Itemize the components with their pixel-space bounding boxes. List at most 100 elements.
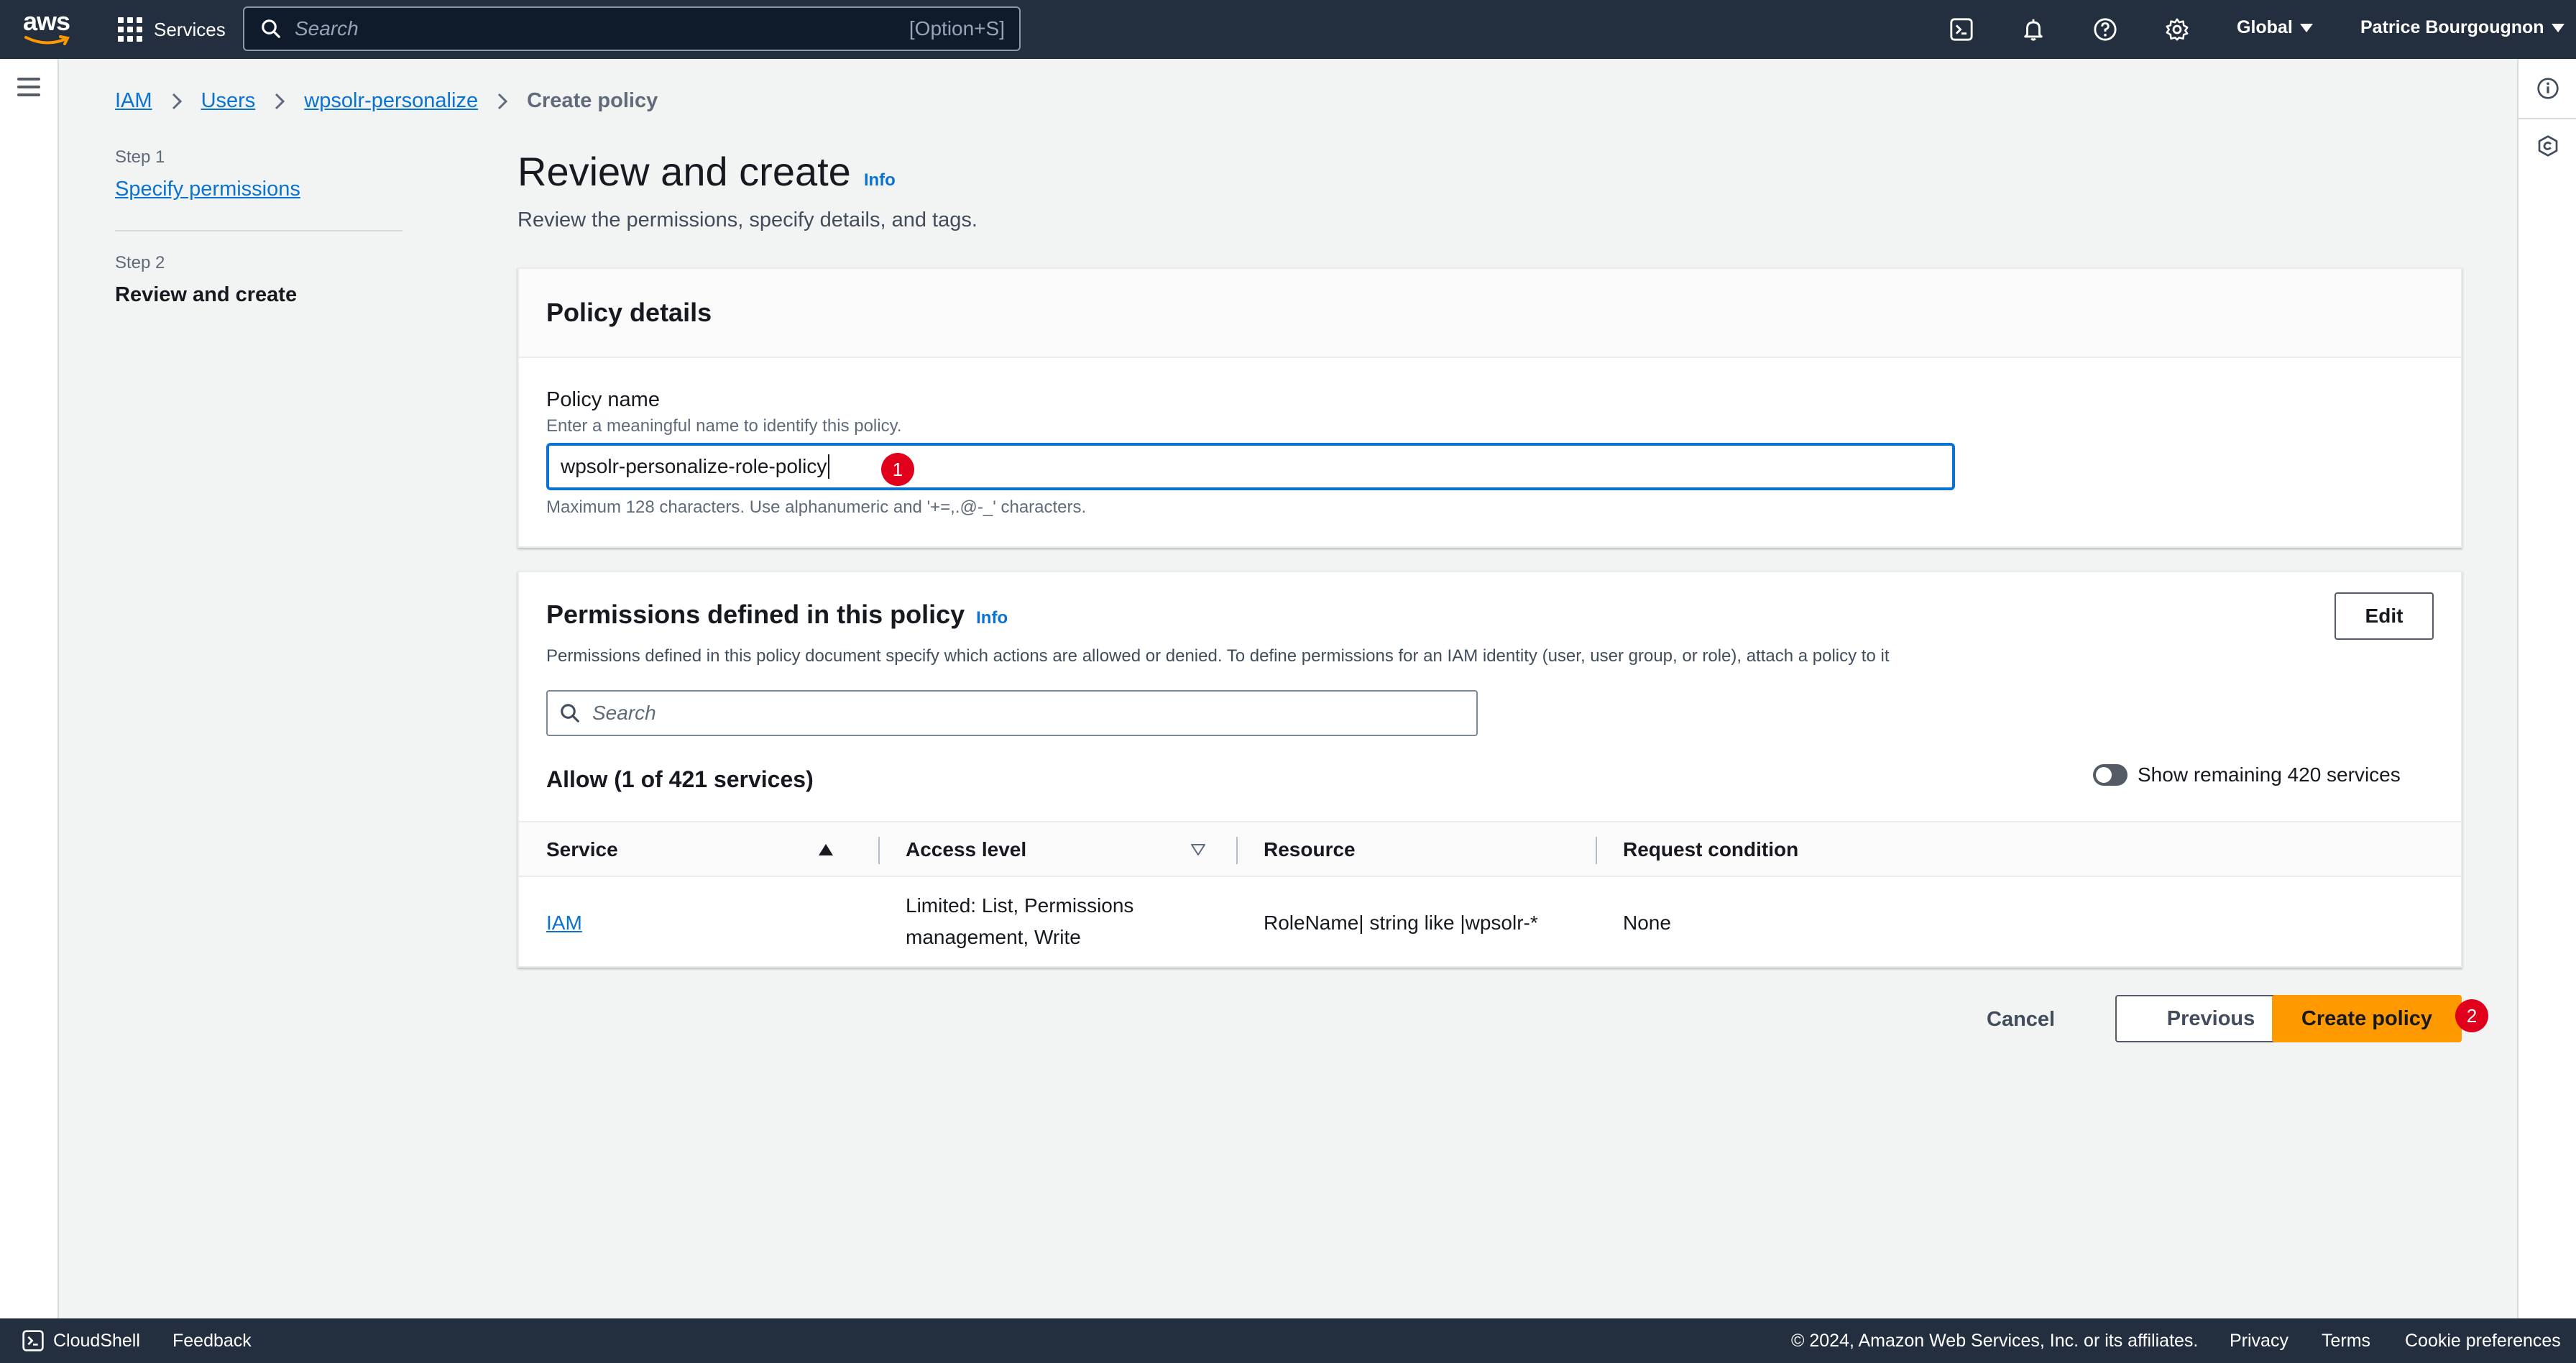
- column-divider: [1236, 837, 1238, 864]
- permissions-description: Permissions defined in this policy docum…: [546, 646, 1890, 666]
- account-menu[interactable]: Patrice Bourgougnon: [2360, 17, 2564, 38]
- info-link[interactable]: Info: [864, 170, 896, 191]
- cloudshell-button[interactable]: CloudShell: [22, 1318, 140, 1363]
- annotation-badge-1: 1: [881, 453, 914, 486]
- column-label: Resource: [1264, 838, 1356, 861]
- step-2-current: Review and create: [115, 283, 298, 306]
- column-divider: [1596, 837, 1597, 864]
- caret-down-icon: [2551, 23, 2564, 32]
- policy-name-description: Enter a meaningful name to identify this…: [546, 416, 902, 436]
- aws-logo[interactable]: aws: [23, 9, 73, 49]
- services-menu-button[interactable]: Services: [118, 16, 226, 43]
- breadcrumb-users[interactable]: Users: [201, 89, 256, 113]
- text-cursor: [828, 454, 830, 479]
- chevron-right-icon: [171, 92, 183, 111]
- column-label: Service: [546, 838, 618, 861]
- table-header: Service Access level Resource Request co…: [519, 821, 2461, 877]
- help-icon[interactable]: [2090, 14, 2120, 45]
- console-footer: CloudShell Feedback © 2024, Amazon Web S…: [0, 1318, 2576, 1363]
- region-selector[interactable]: Global: [2237, 17, 2313, 38]
- breadcrumb-current: Create policy: [527, 89, 658, 112]
- search-icon: [262, 19, 280, 38]
- column-header-resource: Resource: [1264, 822, 1580, 877]
- policy-details-panel: Policy details Policy name Enter a meani…: [518, 267, 2462, 548]
- sort-ascending-icon: [819, 844, 833, 855]
- grid-icon: [118, 17, 142, 42]
- column-divider: [878, 837, 880, 864]
- terms-link[interactable]: Terms: [2322, 1318, 2370, 1363]
- policy-name-input[interactable]: wpsolr-personalize-role-policy: [546, 443, 1955, 490]
- region-label: Global: [2237, 17, 2293, 37]
- services-label: Services: [154, 18, 226, 40]
- permissions-panel: Permissions defined in this policy Info …: [518, 571, 2462, 968]
- step-2-label: Step 2: [115, 253, 165, 272]
- toggle-label: Show remaining 420 services: [2138, 763, 2401, 786]
- top-navigation: aws Services Search [Option+S] Global Pa…: [0, 0, 2576, 59]
- permissions-search-input[interactable]: Search: [546, 690, 1478, 736]
- sort-icon: [1191, 844, 1205, 855]
- info-panel-icon[interactable]: [2533, 73, 2563, 104]
- column-header-service[interactable]: Service: [546, 822, 852, 877]
- breadcrumb-user[interactable]: wpsolr-personalize: [304, 89, 478, 113]
- panel-header: Policy details: [519, 269, 2461, 358]
- feedback-link[interactable]: Feedback: [172, 1318, 252, 1363]
- edit-button[interactable]: Edit: [2334, 592, 2434, 640]
- wizard-steps: Step 1 Specify permissions Step 2 Review…: [115, 147, 402, 307]
- cloudshell-icon: [22, 1330, 44, 1351]
- search-shortcut: [Option+S]: [908, 17, 1005, 40]
- settings-icon[interactable]: [2162, 14, 2192, 45]
- cookie-preferences-link[interactable]: Cookie preferences: [2405, 1318, 2561, 1363]
- search-placeholder: Search: [295, 17, 359, 40]
- cancel-button[interactable]: Cancel: [1987, 996, 2055, 1042]
- condition-cell: None: [1623, 912, 1671, 934]
- create-policy-button[interactable]: Create policy: [2272, 995, 2462, 1042]
- cloudshell-label: CloudShell: [53, 1330, 140, 1351]
- breadcrumb: IAM Users wpsolr-personalize Create poli…: [115, 89, 658, 113]
- search-placeholder: Search: [592, 702, 656, 724]
- annotation-badge-2: 2: [2455, 999, 2488, 1032]
- policy-name-label: Policy name: [546, 388, 660, 411]
- access-level-line: Limited: List, Permissions: [906, 894, 1134, 917]
- access-level-line: management, Write: [906, 926, 1081, 948]
- panel-title: Permissions defined in this policy: [546, 600, 965, 629]
- permissions-title: Permissions defined in this policy Info: [546, 600, 1008, 630]
- resource-cell: RoleName| string like |wpsolr-*: [1264, 912, 1538, 934]
- aws-smile-icon: [24, 35, 70, 45]
- user-name: Patrice Bourgougnon: [2360, 17, 2544, 37]
- copyright-text: © 2024, Amazon Web Services, Inc. or its…: [1791, 1330, 2199, 1351]
- column-label: Request condition: [1623, 838, 1799, 861]
- policy-name-hint: Maximum 128 characters. Use alphanumeric…: [546, 497, 1087, 517]
- policy-name-value: wpsolr-personalize-role-policy: [561, 455, 827, 477]
- panel-title: Policy details: [546, 298, 712, 327]
- global-search-input[interactable]: Search [Option+S]: [243, 6, 1021, 51]
- chevron-right-icon: [274, 92, 285, 111]
- left-navigation-rail: [0, 59, 59, 1318]
- service-link-iam[interactable]: IAM: [546, 907, 582, 939]
- show-remaining-toggle[interactable]: Show remaining 420 services: [2093, 763, 2401, 786]
- hamburger-menu-icon[interactable]: [17, 78, 40, 98]
- chevron-right-icon: [497, 92, 508, 111]
- search-icon: [561, 704, 579, 722]
- step-1-label: Step 1: [115, 147, 165, 167]
- cloudshell-icon[interactable]: [1946, 14, 1977, 45]
- bell-icon[interactable]: [2018, 14, 2048, 45]
- breadcrumb-iam[interactable]: IAM: [115, 89, 152, 113]
- access-level-cell: Limited: List, Permissions management, W…: [906, 890, 1133, 953]
- allow-title: Allow (1 of 421 services): [546, 766, 814, 792]
- page-description: Review the permissions, specify details,…: [518, 208, 978, 231]
- security-shield-icon[interactable]: [2533, 131, 2563, 161]
- divider: [2518, 118, 2576, 119]
- page-title-text: Review and create: [518, 149, 851, 194]
- column-header-request-condition: Request condition: [1623, 822, 1982, 877]
- privacy-link[interactable]: Privacy: [2230, 1318, 2288, 1363]
- aws-logo-text: aws: [23, 6, 70, 36]
- column-header-access-level[interactable]: Access level: [906, 822, 1222, 877]
- step-1-link[interactable]: Specify permissions: [115, 178, 300, 201]
- info-link[interactable]: Info: [976, 608, 1008, 628]
- caret-down-icon: [2299, 23, 2313, 32]
- divider: [115, 230, 402, 231]
- page-title: Review and create Info: [518, 148, 896, 195]
- right-tools-rail: [2517, 59, 2576, 1318]
- column-label: Access level: [906, 838, 1027, 861]
- toggle-switch[interactable]: [2093, 764, 2128, 786]
